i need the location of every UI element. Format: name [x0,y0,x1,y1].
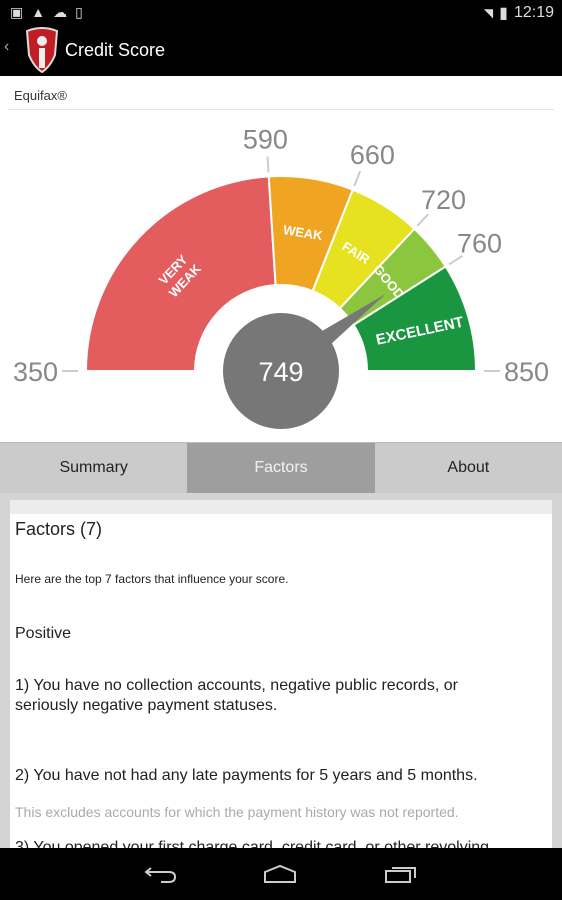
app-logo[interactable] [24,27,60,73]
tick-label: 590 [243,124,288,154]
cloud-upload-icon: ☁ [53,4,68,20]
back-icon[interactable]: ‹ [4,38,9,56]
factor-note: This excludes accounts for which the pay… [15,804,459,820]
image-icon: ▣ [10,4,24,20]
tick-line [266,156,270,173]
factor-item: 1) You have no collection accounts, nega… [15,677,458,694]
factor-item-cont: seriously negative payment statuses. [15,697,278,714]
tick-line [353,170,362,187]
back-nav-icon[interactable] [143,864,179,884]
tick-line [416,213,429,227]
tab-about[interactable]: About [375,443,562,493]
factors-card: Factors (7) Here are the top 7 factors t… [10,500,552,848]
page-title: Credit Score [65,40,166,60]
navigation-bar [0,848,562,900]
tab-summary[interactable]: Summary [0,443,187,493]
section-heading: Positive [15,625,72,642]
wifi-icon: ◥ [483,6,494,20]
status-bar: ▣ ▲ ☁ ▯ ◥ ▮ 12:19 [0,0,562,24]
tab-bar: Summary Factors About [0,442,562,501]
download-icon: ▯ [75,4,83,20]
bureau-label: Equifax® [14,88,67,103]
tab-factors[interactable]: Factors [187,443,375,501]
tick-label: 350 [13,357,58,387]
factor-item: 3) You opened your first charge card, cr… [15,839,490,848]
home-icon[interactable] [262,864,298,884]
clock: 12:19 [513,4,554,21]
tick-label: 720 [421,185,466,215]
factors-panel: Factors (7) Here are the top 7 factors t… [0,493,562,848]
battery-icon: ▮ [499,5,508,22]
tick-label: 760 [457,228,502,258]
warning-icon: ▲ [31,4,46,20]
tick-label: 850 [504,357,549,387]
app-bar: ‹ Credit Score [0,24,562,76]
factors-heading: Factors (7) [15,519,103,539]
credit-score-gauge: VERYWEAKWEAKFAIRGOODEXCELLENT35059066072… [13,124,549,429]
factor-item: 2) You have not had any late payments fo… [15,767,478,784]
tick-label: 660 [350,140,395,170]
recent-apps-icon[interactable] [384,864,420,884]
score-value: 749 [258,357,303,387]
factors-intro: Here are the top 7 factors that influenc… [15,572,289,586]
